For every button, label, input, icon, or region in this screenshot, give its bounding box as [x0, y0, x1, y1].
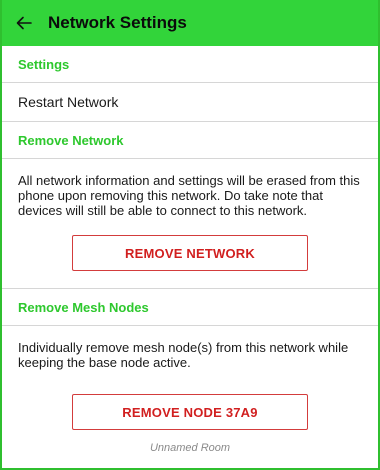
remove-network-button[interactable]: REMOVE NETWORK	[72, 235, 308, 271]
arrow-left-icon	[16, 16, 32, 30]
remove-network-description: All network information and settings wil…	[18, 173, 360, 218]
remove-node-button-wrap: REMOVE NODE 37A9	[2, 370, 378, 430]
page-title: Network Settings	[48, 13, 187, 32]
remove-mesh-description: Individually remove mesh node(s) from th…	[18, 340, 349, 370]
section-header-remove-mesh-nodes: Remove Mesh Nodes	[18, 299, 149, 315]
section-header-remove-network: Remove Network	[18, 132, 124, 148]
app-bar: Network Settings	[2, 0, 378, 46]
section-header-settings: Settings	[18, 56, 70, 72]
remove-network-button-wrap: REMOVE NETWORK	[2, 218, 378, 288]
restart-network-label: Restart Network	[18, 94, 119, 110]
back-button[interactable]	[2, 0, 46, 46]
node-room-label: Unnamed Room	[149, 442, 231, 454]
restart-network-item[interactable]: Restart Network	[2, 83, 378, 121]
screen: Network Settings Settings Restart Networ…	[0, 0, 380, 470]
remove-node-button[interactable]: REMOVE NODE 37A9	[72, 394, 308, 430]
